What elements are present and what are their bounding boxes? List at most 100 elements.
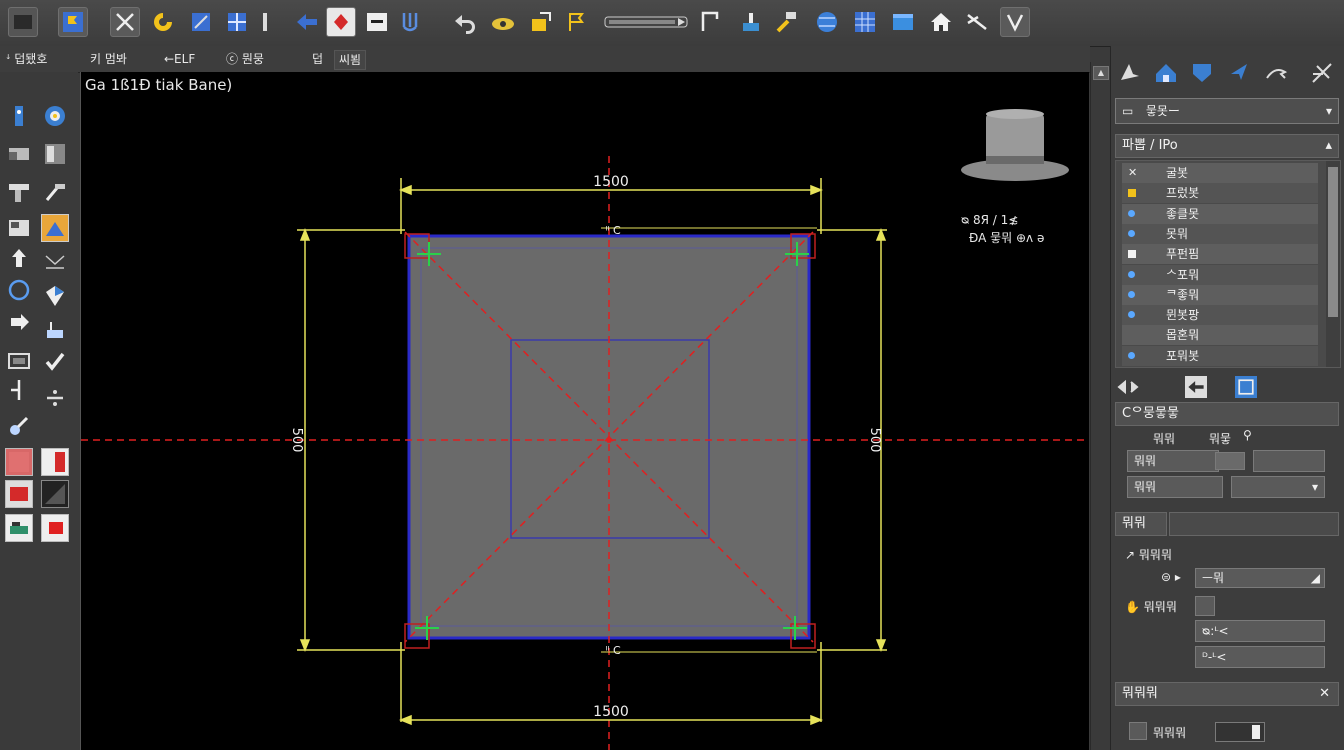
menu-item-1[interactable]: 키 멈봐 (86, 50, 131, 68)
grid-tool-button[interactable] (850, 7, 880, 37)
panel-cursor-button[interactable] (1225, 58, 1255, 88)
pencil-tool-button[interactable] (526, 7, 556, 37)
left-tool-extrude[interactable] (41, 316, 69, 344)
list-item[interactable]: ✕ 굴봇 (1122, 163, 1318, 183)
cross-tool-button[interactable] (110, 7, 140, 37)
section2-field[interactable] (1169, 512, 1339, 536)
left-tool-box[interactable] (5, 140, 33, 168)
panel-house-button[interactable] (1151, 58, 1181, 88)
check-tool-button[interactable] (1000, 7, 1030, 37)
list-item[interactable]: 좋클못 (1122, 203, 1318, 224)
panel-shield-button[interactable] (1187, 58, 1217, 88)
viewport-scrollbar[interactable]: ▲ (1090, 62, 1109, 750)
left-tool-mountain[interactable] (41, 214, 69, 242)
left-tool-hammer[interactable] (41, 178, 69, 206)
stand-tool-button[interactable] (736, 7, 766, 37)
back-arrow-button[interactable] (292, 7, 322, 37)
close-icon[interactable]: ✕ (1319, 683, 1330, 705)
mirror-tool-button[interactable] (186, 7, 216, 37)
menu-item-4[interactable]: 덥 (308, 50, 327, 68)
swirl-tool-button[interactable] (148, 7, 178, 37)
prop-field-b[interactable]: 뭐뭐 (1127, 476, 1223, 498)
scroll-up-button[interactable]: ▲ (1093, 66, 1109, 80)
sub-field-2[interactable]: ᴓ:ᴸ< (1195, 620, 1325, 642)
panel-select-button[interactable] (1115, 58, 1145, 88)
home-button[interactable] (926, 7, 956, 37)
list-item[interactable]: 몹혼뭐 (1122, 325, 1318, 346)
list-scroll-thumb[interactable] (1328, 167, 1338, 317)
left-tool-red-square[interactable] (5, 448, 33, 476)
list-item[interactable]: 뮌봇팡 (1122, 305, 1318, 326)
left-tool-axis[interactable] (5, 376, 33, 404)
left-tool-divide[interactable] (41, 384, 69, 412)
view-button[interactable] (488, 7, 518, 37)
left-tool-window[interactable] (5, 214, 33, 242)
left-tool-chevron[interactable] (41, 246, 69, 274)
list-item[interactable]: 포뭐봇 (1122, 345, 1318, 366)
left-tool-layout[interactable] (41, 140, 69, 168)
prop-select[interactable]: ▾ (1231, 476, 1325, 498)
sub-checkbox[interactable] (1195, 596, 1215, 616)
menu-item-2[interactable]: ←ELF (160, 50, 199, 68)
left-tool-push[interactable] (5, 308, 33, 336)
corner-tool-button[interactable] (696, 7, 726, 37)
panel-arrow-button[interactable] (1261, 58, 1291, 88)
list-tool-back[interactable] (1185, 376, 1207, 398)
list-scrollbar[interactable] (1326, 161, 1340, 367)
left-tool-cube[interactable] (41, 282, 69, 310)
left-tool-red-corner[interactable] (41, 514, 69, 542)
prop-field-a[interactable]: 뭐뭐 (1127, 450, 1219, 472)
left-tool-red-half[interactable] (41, 448, 69, 476)
list-item[interactable]: ᄏ좋뭐 (1122, 284, 1318, 305)
style-dropdown[interactable]: ▭ 뭏못ー ▾ (1115, 98, 1339, 124)
plane-icon (893, 14, 913, 30)
globe-tool-button[interactable] (812, 7, 842, 37)
list-item[interactable]: 프렀봇 (1122, 183, 1318, 204)
tablet-tool-button[interactable] (362, 7, 392, 37)
plane-tool-button[interactable] (888, 7, 918, 37)
flag-tool-button[interactable] (58, 7, 88, 37)
left-tool-target[interactable] (41, 102, 69, 130)
cube-icon (46, 286, 64, 306)
drawing-viewport[interactable]: 1500 1500 500 500 ᴵᴵ C ᴵᴵ C ᴓ 8Я / 1≴ ÐA… (80, 72, 1089, 750)
puzzle-tool-button[interactable] (222, 7, 252, 37)
diamond-tool-button[interactable] (326, 7, 356, 37)
axis-icon (11, 380, 21, 400)
menu-item-0[interactable]: ꜜ 덥됐호 (2, 50, 51, 68)
bottom-checkbox[interactable] (1129, 722, 1147, 740)
left-tool-wrench[interactable] (5, 412, 33, 440)
bottom-toggle[interactable] (1215, 722, 1265, 742)
left-tool-red-block[interactable] (5, 480, 33, 508)
list-item[interactable]: 푸펀핌 (1122, 244, 1318, 265)
select-tool-button[interactable] (8, 7, 38, 37)
pin-icon (15, 106, 23, 126)
list-tool-arrows[interactable] (1115, 372, 1145, 402)
left-tool-pin[interactable] (5, 102, 33, 130)
fork-tool-button[interactable] (396, 7, 426, 37)
left-tool-green[interactable] (5, 514, 33, 542)
left-tool-table[interactable] (5, 178, 33, 206)
left-tool-check[interactable] (41, 348, 69, 376)
panel-network-icon (1312, 63, 1332, 83)
scissors-tool-button[interactable] (962, 7, 992, 37)
undo-button[interactable] (450, 7, 480, 37)
sub-field-3[interactable]: ᴰ-ᴸ< (1195, 646, 1325, 668)
flag-tool-button-2[interactable] (562, 7, 592, 37)
menu-item-3[interactable]: ⓒ 뭔뭉 (222, 50, 268, 68)
toggle-knob (1252, 725, 1260, 739)
prop-field-c[interactable] (1253, 450, 1325, 472)
panel-network-button[interactable] (1307, 58, 1337, 88)
prop-toggle[interactable] (1215, 452, 1245, 470)
zoom-slider[interactable] (604, 7, 688, 37)
left-tool-circle[interactable] (5, 276, 33, 304)
list-item[interactable]: 못뭐 (1122, 223, 1318, 244)
left-tool-dark[interactable] (41, 480, 69, 508)
list-tool-frame[interactable] (1235, 376, 1257, 398)
hammer-tool-button[interactable] (772, 7, 802, 37)
left-tool-tape[interactable] (5, 346, 33, 374)
left-tool-up[interactable] (5, 244, 33, 272)
sub-field-1[interactable]: ㅡ뭐 ◢ (1195, 568, 1325, 588)
corner-icon (701, 11, 719, 31)
list-item[interactable]: ᄉ포뭐 (1122, 264, 1318, 285)
menu-item-5[interactable]: 씨뵘 (334, 50, 367, 70)
